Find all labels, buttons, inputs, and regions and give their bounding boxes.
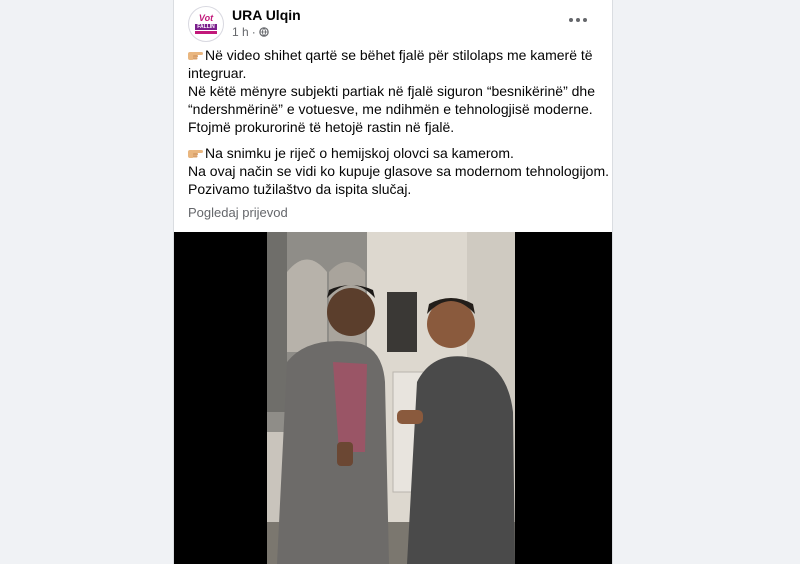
video-frame — [267, 232, 515, 564]
avatar-logo-text: Vot — [198, 13, 214, 23]
post-paragraph-montenegrin: Na snimku je riječ o hemijskoj olovci sa… — [188, 144, 610, 198]
backhand-index-pointing-right-emoji-icon — [188, 52, 203, 60]
post-time-link[interactable]: 1 h — [232, 25, 249, 39]
post-text-line: Në video shihet qartë se bëhet fjalë për… — [205, 47, 593, 63]
post-meta: 1 h · — [232, 25, 269, 39]
more-horizontal-icon-dot — [569, 18, 573, 22]
page-name-link[interactable]: URA Ulqin — [232, 7, 301, 23]
more-horizontal-icon-dot — [576, 18, 580, 22]
post-text-line: Na ovaj način se vidi ko kupuje glasove … — [188, 163, 610, 179]
text-line: Na snimku je riječ o hemijskoj olovci sa… — [188, 144, 598, 162]
backhand-index-pointing-right-emoji-icon — [188, 150, 203, 158]
more-horizontal-icon-dot — [583, 18, 587, 22]
see-translation-link[interactable]: Pogledaj prijevod — [188, 205, 288, 220]
meta-separator: · — [251, 25, 256, 39]
post-text-line: Ftojmë prokurorinë të hetojë rastin në f… — [188, 119, 455, 135]
post-text-line: “ndershmërinë” e votuesve, me ndihmën e … — [188, 101, 593, 117]
avatar-logo-bar — [195, 31, 217, 34]
avatar-logo-subtext: FALLIN — [195, 24, 217, 30]
post-card: Vot FALLIN URA Ulqin 1 h · Në video shih… — [173, 0, 613, 564]
post-header: Vot FALLIN URA Ulqin 1 h · — [188, 6, 600, 42]
text-line: Në video shihet qartë se bëhet fjalë për… — [188, 46, 598, 64]
post-paragraph-albanian: Në video shihet qartë se bëhet fjalë për… — [188, 46, 598, 136]
post-text-line: Pozivamo tužilaštvo da ispita slučaj. — [188, 181, 412, 197]
page-avatar[interactable]: Vot FALLIN — [188, 6, 224, 42]
post-text-line: integruar. — [188, 65, 247, 81]
video-still-image — [267, 232, 515, 564]
more-options-button[interactable] — [566, 12, 590, 28]
post-text: Në video shihet qartë se bëhet fjalë për… — [188, 46, 610, 206]
post-text-line: Na snimku je riječ o hemijskoj olovci sa… — [205, 145, 514, 161]
video-player[interactable] — [174, 232, 612, 564]
post-text-line: Në këtë mënyre subjekti partiak në fjalë… — [188, 83, 595, 99]
globe-icon[interactable] — [258, 27, 269, 37]
